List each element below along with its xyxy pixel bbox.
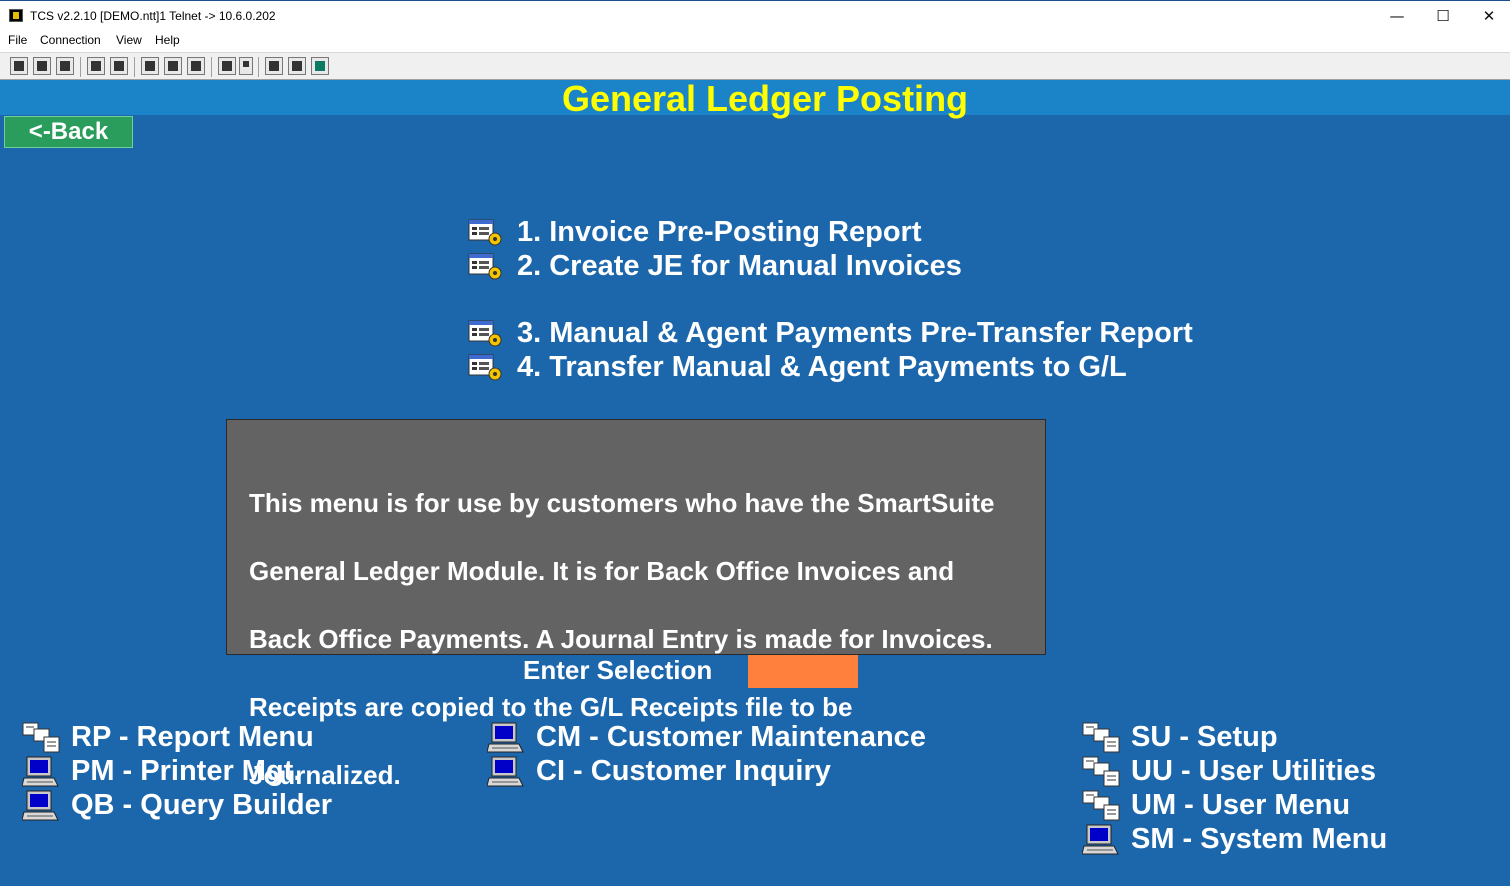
nav-label: SM - System Menu: [1131, 823, 1388, 855]
chart-icon[interactable]: [288, 57, 306, 75]
toolbar-divider: [258, 57, 259, 77]
calculator-icon[interactable]: [311, 57, 329, 75]
window-title: TCS v2.2.10 [DEMO.ntt]1 Telnet -> 10.6.0…: [30, 9, 276, 23]
menu-file[interactable]: File: [8, 33, 27, 47]
copy-icon[interactable]: [10, 57, 28, 75]
back-button[interactable]: <-Back: [4, 116, 133, 148]
info-line: This menu is for use by customers who ha…: [249, 488, 995, 518]
enter-selection-label: Enter Selection: [523, 655, 713, 685]
nav-label: SU - Setup: [1131, 721, 1278, 753]
app-icon[interactable]: [9, 9, 23, 22]
computer-icon: [487, 722, 524, 753]
close-button[interactable]: ✕: [1466, 1, 1510, 31]
report-gear-icon: [468, 320, 502, 347]
nav-label: PM - Printer Mgt.: [71, 755, 302, 787]
menu-icon: [1082, 756, 1120, 787]
computer-icon: [22, 790, 59, 821]
sound-icon[interactable]: [110, 57, 128, 75]
option-label: 3. Manual & Agent Payments Pre-Transfer …: [517, 317, 1193, 349]
session-icon[interactable]: [218, 57, 236, 75]
toolbar-divider: [80, 57, 81, 77]
dropdown-arrow-icon[interactable]: [239, 57, 253, 75]
save-icon[interactable]: [33, 57, 51, 75]
toolbar-divider: [134, 57, 135, 77]
option-label: 1. Invoice Pre-Posting Report: [517, 216, 922, 248]
info-line: Back Office Payments. A Journal Entry is…: [249, 624, 993, 654]
info-line: General Ledger Module. It is for Back Of…: [249, 556, 955, 586]
info-box: This menu is for use by customers who ha…: [226, 419, 1046, 790]
header-band: General Ledger Posting: [0, 78, 1510, 119]
option-label: 4. Transfer Manual & Agent Payments to G…: [517, 351, 1127, 383]
menu-view[interactable]: View: [116, 33, 142, 47]
nav-label: CI - Customer Inquiry: [536, 755, 831, 787]
terminal-screen: General Ledger Posting <-Back 1. Invoice…: [0, 78, 1510, 886]
page-title: General Ledger Posting: [561, 78, 969, 119]
title-bar: TCS v2.2.10 [DEMO.ntt]1 Telnet -> 10.6.0…: [0, 0, 1510, 30]
lock-icon[interactable]: [87, 57, 105, 75]
nav-label: UM - User Menu: [1131, 789, 1351, 821]
toolbar-divider: [211, 57, 212, 77]
menu-connection[interactable]: Connection: [40, 33, 101, 47]
menu-help[interactable]: Help: [155, 33, 180, 47]
menu-icon: [22, 722, 60, 753]
computer-icon: [1082, 824, 1119, 855]
report-gear-icon: [468, 219, 502, 246]
computer-icon: [22, 756, 59, 787]
properties-icon[interactable]: [141, 57, 159, 75]
minimize-button[interactable]: —: [1374, 1, 1420, 31]
selection-input[interactable]: [748, 655, 858, 688]
nav-label: CM - Customer Maintenance: [536, 721, 926, 753]
maximize-button[interactable]: ☐: [1420, 1, 1466, 31]
print-icon[interactable]: [56, 57, 74, 75]
report-gear-icon: [468, 253, 502, 280]
option-label: 2. Create JE for Manual Invoices: [517, 250, 962, 282]
menu-icon: [1082, 790, 1120, 821]
nav-label: UU - User Utilities: [1131, 755, 1376, 787]
menu-icon: [1082, 722, 1120, 753]
report-gear-icon: [468, 354, 502, 381]
info-line: Receipts are copied to the G/L Receipts …: [249, 692, 853, 722]
computer-icon: [487, 756, 524, 787]
toolbar: [0, 52, 1510, 80]
network-icon[interactable]: [265, 57, 283, 75]
menu-bar: File Connection View Help: [0, 30, 1510, 52]
globe-icon[interactable]: [164, 57, 182, 75]
nav-label: RP - Report Menu: [71, 721, 314, 753]
book-icon[interactable]: [187, 57, 205, 75]
nav-label: QB - Query Builder: [71, 789, 333, 821]
